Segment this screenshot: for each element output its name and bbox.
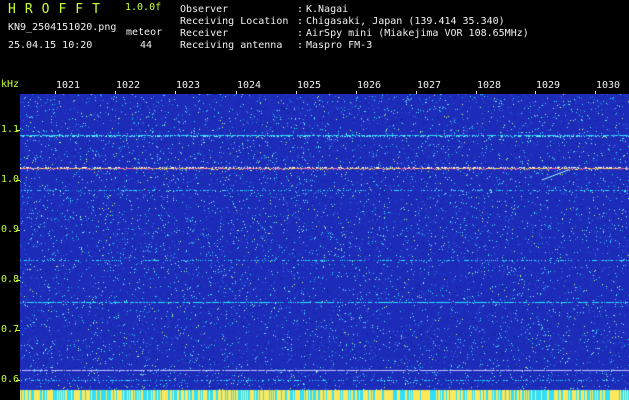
info-value: Chigasaki, Japan (139.414 35.340): [306, 16, 505, 27]
info-label: Receiving Location: [180, 16, 289, 27]
time-tick-label: 1021: [55, 80, 82, 91]
info-separator: :: [297, 4, 304, 15]
time-tick-label: 1023: [175, 80, 202, 91]
time-tick-label: 1028: [476, 80, 503, 91]
info-value: Maspro FM-3: [306, 40, 373, 51]
date-time: 25.04.15 10:20: [8, 40, 93, 51]
time-tick-label: 1022: [115, 80, 142, 91]
y-axis-unit: kHz: [1, 79, 20, 90]
info-value: AirSpy mini (Miakejima VOR 108.65MHz): [306, 28, 529, 39]
info-label: Observer: [180, 4, 229, 15]
info-separator: :: [297, 40, 304, 51]
file-name: KN9_2504151020.png: [8, 22, 117, 33]
info-value: K.Nagai: [306, 4, 349, 15]
time-tick-label: 1030: [595, 80, 622, 91]
time-tick-label: 1029: [535, 80, 562, 91]
info-separator: :: [297, 16, 304, 27]
frequency-axis: 1.1 1.0 0.9 0.8 0.7 0.6: [0, 94, 20, 400]
time-tick-label: 1027: [416, 80, 443, 91]
time-tick-label: 1025: [296, 80, 323, 91]
app-title: HROFFT: [8, 2, 109, 17]
meteor-count: 44: [140, 40, 153, 51]
info-label: Receiver: [180, 28, 229, 39]
app-version: 1.0.0f: [125, 2, 162, 13]
time-tick-label: 1024: [236, 80, 263, 91]
time-tick-label: 1026: [356, 80, 383, 91]
spectrogram: [20, 94, 629, 400]
mode-label: meteor: [126, 27, 163, 38]
info-label: Receiving antenna: [180, 40, 283, 51]
info-separator: :: [297, 28, 304, 39]
